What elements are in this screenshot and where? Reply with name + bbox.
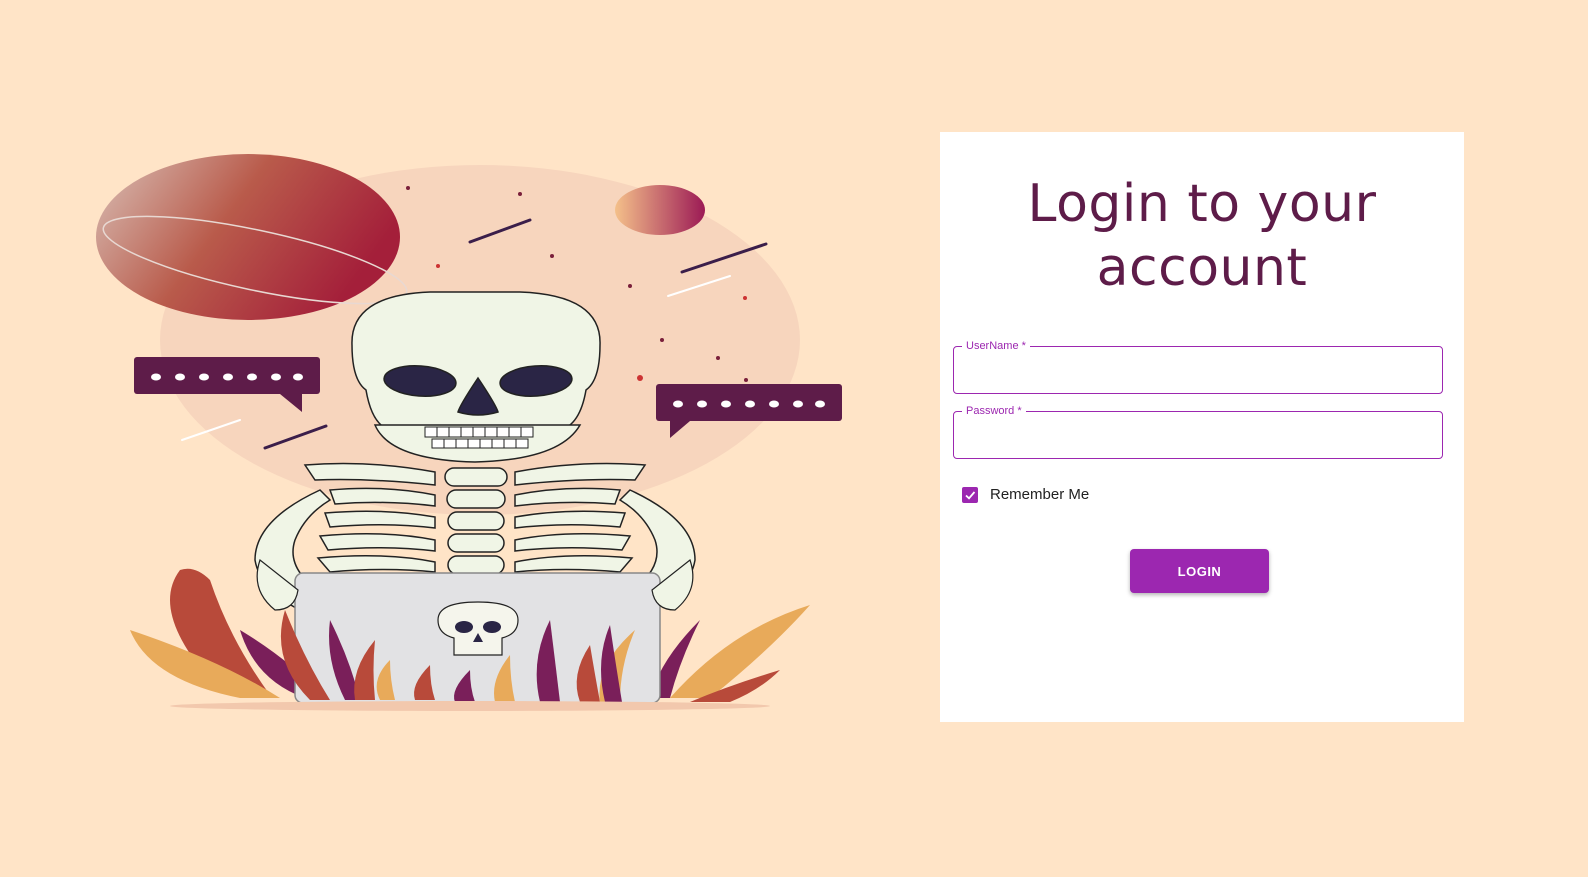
login-card: Login to your account UserName * Passwor… (940, 132, 1464, 722)
title-line-2: account (1096, 238, 1308, 298)
skeleton-laptop-illustration (96, 154, 842, 711)
remember-me-checkbox[interactable] (962, 486, 978, 503)
username-input[interactable] (954, 347, 1442, 393)
moon-icon (615, 185, 705, 235)
login-button[interactable]: LOGIN (1130, 549, 1269, 593)
laptop-icon (256, 558, 694, 704)
page-title: Login to your account (940, 172, 1464, 300)
remember-me-row: Remember Me (962, 486, 1089, 503)
password-field-wrapper: Password * (953, 404, 1443, 459)
checkmark-icon (965, 490, 976, 500)
username-field-wrapper: UserName * (953, 339, 1443, 394)
password-input[interactable] (954, 412, 1442, 458)
title-line-1: Login to your (1027, 174, 1377, 234)
remember-me-label: Remember Me (990, 486, 1090, 503)
